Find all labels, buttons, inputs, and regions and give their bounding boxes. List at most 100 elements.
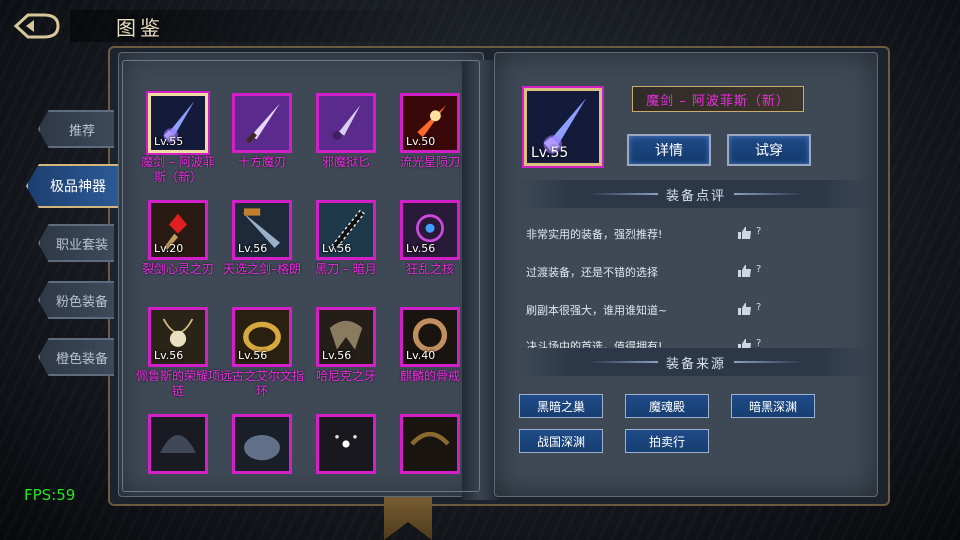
purple-dagger-icon <box>319 96 373 150</box>
item-name: 佩鲁斯的荣耀项链 <box>136 369 221 398</box>
item-card[interactable]: Lv.56 天选之剑–格朗 <box>220 200 304 277</box>
item-name: 狂乱之核 <box>405 262 454 276</box>
review-item: 刷副本很强大，谁用谁知道~ ? <box>526 302 866 320</box>
item-card[interactable]: Lv.20 裂剑心灵之刃 <box>136 200 220 277</box>
tab-label: 推荐 <box>68 123 95 139</box>
item-name: 流光星陨刀 <box>399 155 460 169</box>
item-level: Lv.55 <box>154 135 184 148</box>
item-card[interactable]: Lv.40 麒麟的骨戒 <box>388 307 472 384</box>
item-name: 哈尼克之牙 <box>315 369 376 383</box>
item-level: Lv.56 <box>154 349 184 362</box>
item-slot: Lv.56 <box>232 307 292 367</box>
item-level: Lv.56 <box>322 242 352 255</box>
like-count: ? <box>756 302 762 313</box>
review-item: 决斗场中的首选，值得拥有! ? <box>526 338 866 348</box>
item-card[interactable] <box>220 414 304 474</box>
selected-item-level: Lv.55 <box>531 145 569 161</box>
tab-label: 橙色装备 <box>55 351 108 367</box>
item-name: 黑刀 – 暗月 <box>315 262 377 276</box>
divider <box>734 361 804 363</box>
item-card[interactable]: Lv.56 远古之艾尔文指环 <box>220 307 304 399</box>
try-on-button[interactable]: 试穿 <box>727 134 811 166</box>
fps-counter: FPS:59 <box>24 486 76 504</box>
tab-label: 粉色装备 <box>55 294 108 310</box>
item-card[interactable]: Lv.55 魔剑 – 阿波菲斯（新） <box>136 93 220 185</box>
item-slot <box>232 414 292 474</box>
divider <box>587 193 658 195</box>
source-button[interactable]: 拍卖行 <box>625 429 709 453</box>
purple-blade-icon <box>235 96 289 150</box>
item-name: 十方魔刃 <box>237 155 286 169</box>
page-title: 图鉴 <box>116 16 164 40</box>
like-count: ? <box>756 264 762 275</box>
tab-orange-gear[interactable]: 橙色装备 <box>38 338 114 376</box>
thumbs-up-icon[interactable] <box>738 303 752 315</box>
item-level: Lv.56 <box>406 242 436 255</box>
thumbs-up-icon[interactable] <box>738 339 752 348</box>
back-arrow-icon[interactable] <box>14 12 62 40</box>
item-card[interactable]: Lv.56 黑刀 – 暗月 <box>304 200 388 277</box>
review-item: 非常实用的装备，强烈推荐! ? <box>526 226 866 244</box>
item-slot <box>400 414 460 474</box>
like-count: ? <box>756 226 762 237</box>
tab-label: 职业套装 <box>55 237 108 253</box>
source-button[interactable]: 黑暗之巢 <box>519 394 603 418</box>
details-button[interactable]: 详情 <box>627 134 711 166</box>
review-text: 决斗场中的首选，值得拥有! <box>526 340 663 348</box>
item-name: 远古之艾尔文指环 <box>220 369 305 398</box>
item-card[interactable]: Lv.56 狂乱之核 <box>388 200 472 277</box>
item-name: 天选之剑–格朗 <box>222 262 301 276</box>
divider <box>734 193 804 195</box>
source-button[interactable]: 魔魂殿 <box>625 394 709 418</box>
source-button[interactable]: 暗黑深渊 <box>731 394 815 418</box>
helmet-icon <box>151 417 205 471</box>
item-slot: Lv.56 <box>232 200 292 260</box>
crystal-icon <box>319 417 373 471</box>
tab-recommend[interactable]: 推荐 <box>38 110 114 148</box>
item-slot: Lv.40 <box>400 307 460 367</box>
source-header: 装备来源 <box>518 348 874 376</box>
section-title: 装备点评 <box>665 188 726 204</box>
item-slot: Lv.56 <box>148 307 208 367</box>
thumbs-up-icon[interactable] <box>738 227 752 239</box>
item-level: Lv.56 <box>238 242 268 255</box>
item-name: 魔剑 – 阿波菲斯（新） <box>141 155 215 184</box>
item-card[interactable]: Lv.56 哈尼克之牙 <box>304 307 388 384</box>
item-level: Lv.20 <box>154 242 184 255</box>
tab-label: 极品神器 <box>50 179 106 195</box>
review-text: 刷副本很强大，谁用谁知道~ <box>526 304 668 317</box>
review-list[interactable]: 非常实用的装备，强烈推荐! ? 过渡装备，还是不错的选择 ? 刷副本很强大，谁用… <box>518 212 874 348</box>
item-grid: Lv.55 魔剑 – 阿波菲斯（新） 十方魔刃 邪魔狱匕 Lv.50 流光星陨刀… <box>124 62 478 490</box>
item-level: Lv.56 <box>238 349 268 362</box>
tab-class-sets[interactable]: 职业套装 <box>38 224 114 262</box>
item-slot: Lv.55 <box>148 93 208 153</box>
source-button[interactable]: 战国深渊 <box>519 429 603 453</box>
item-level: Lv.50 <box>406 135 436 148</box>
section-title: 装备来源 <box>665 356 726 372</box>
review-text: 非常实用的装备，强烈推荐! <box>526 228 663 241</box>
tab-pink-gear[interactable]: 粉色装备 <box>38 281 114 319</box>
belt-icon <box>403 417 457 471</box>
review-item: 过渡装备，还是不错的选择 ? <box>526 264 866 282</box>
item-card[interactable] <box>304 414 388 474</box>
tab-artifacts[interactable]: 极品神器 <box>26 164 118 208</box>
item-level: Lv.40 <box>406 349 436 362</box>
item-card[interactable]: 十方魔刃 <box>220 93 304 170</box>
divider <box>587 361 658 363</box>
selected-item-name: 魔剑 – 阿波菲斯（新） <box>632 86 804 112</box>
review-text: 过渡装备，还是不错的选择 <box>526 266 658 279</box>
thumbs-up-icon[interactable] <box>738 265 752 277</box>
item-card[interactable] <box>136 414 220 474</box>
item-name: 麒麟的骨戒 <box>399 369 460 383</box>
item-slot: Lv.56 <box>316 200 376 260</box>
selected-item-icon: Lv.55 <box>524 88 602 166</box>
item-card[interactable]: Lv.56 佩鲁斯的荣耀项链 <box>136 307 220 399</box>
reviews-header: 装备点评 <box>518 180 874 208</box>
item-card[interactable] <box>388 414 472 474</box>
item-name: 裂剑心灵之刃 <box>141 262 214 276</box>
item-card[interactable]: 邪魔狱匕 <box>304 93 388 170</box>
item-slot <box>316 93 376 153</box>
item-level: Lv.56 <box>322 349 352 362</box>
item-card[interactable]: Lv.50 流光星陨刀 <box>388 93 472 170</box>
armor-icon <box>235 417 289 471</box>
